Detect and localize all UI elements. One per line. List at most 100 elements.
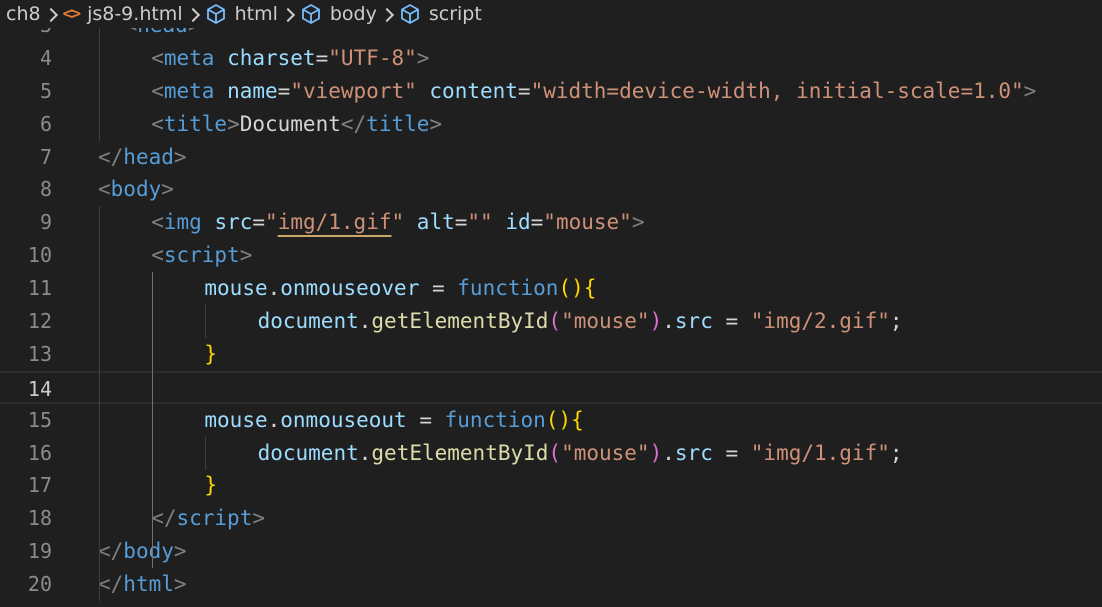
code-text: } (204, 338, 217, 371)
code-line[interactable]: 5 <meta name="viewport" content="width=de… (0, 75, 1102, 108)
code-line[interactable]: 12 document.getElementById("mouse").src =… (0, 305, 1102, 338)
indent-guide (205, 305, 207, 338)
code-line[interactable]: 4 <meta charset="UTF-8"> (0, 42, 1102, 75)
line-number: 19 (27, 539, 52, 564)
code-line[interactable]: 11 mouse.onmouseover = function(){ (0, 272, 1102, 305)
breadcrumb-symbol-script[interactable]: script (399, 3, 482, 25)
breadcrumb-symbol-html[interactable]: html (205, 3, 278, 25)
breadcrumb-folder-label: ch8 (6, 3, 41, 25)
chevron-right-icon (183, 4, 205, 24)
code-token: ; (889, 440, 903, 465)
symbol-cube-icon (206, 4, 225, 24)
code-token: head (137, 28, 188, 37)
code-token: . (358, 309, 372, 334)
code-token: < (151, 45, 164, 70)
line-number: 18 (27, 506, 52, 531)
code-line[interactable]: 19 </body> (0, 535, 1102, 568)
code-token: mouse (204, 276, 268, 301)
code-token: meta (163, 45, 215, 70)
breadcrumb-symbol-body[interactable]: body (300, 3, 377, 25)
code-token: charset (227, 45, 316, 70)
code-token: } (204, 341, 218, 366)
line-number: 5 (39, 78, 52, 103)
code-token: </ (98, 539, 124, 564)
code-token: < (125, 28, 138, 37)
code-token: . (267, 276, 281, 301)
line-number: 16 (27, 440, 52, 465)
code-token: html (123, 572, 174, 597)
code-token: = (419, 276, 458, 301)
line-number: 14 (27, 376, 52, 401)
code-line[interactable]: 8 <body> (0, 173, 1102, 206)
code-token: "viewport" (290, 78, 417, 103)
code-text: mouse.onmouseout = function(){ (204, 404, 583, 437)
code-token: onmouseover (280, 276, 420, 301)
indent-guide (205, 436, 207, 470)
code-line[interactable]: 18 </script> (0, 502, 1102, 535)
code-token: = (315, 45, 329, 70)
line-number: 9 (39, 210, 52, 235)
code-token: "mouse" (561, 309, 650, 334)
code-token: "" (467, 210, 493, 235)
symbol-cube-icon (301, 4, 320, 24)
code-editor[interactable]: 3<head>4<meta charset="UTF-8">5<meta nam… (0, 28, 1102, 607)
code-line[interactable]: 13} (0, 338, 1102, 371)
code-token: > (416, 45, 430, 70)
code-token: () (545, 407, 572, 432)
code-token: { (571, 407, 584, 432)
code-token: < (98, 177, 111, 202)
code-text: <script> (151, 239, 252, 272)
code-line[interactable]: 6 <title>Document</title> (0, 108, 1102, 141)
code-text: <meta name="viewport" content="width=dev… (151, 75, 1036, 108)
code-token: ( (548, 440, 562, 465)
code-line[interactable]: 20 </html> (0, 568, 1102, 601)
code-token: > (252, 506, 265, 531)
code-token: < (151, 243, 164, 268)
code-token: getElementById (371, 440, 549, 465)
code-token: document (257, 440, 359, 465)
code-token: = (712, 309, 751, 334)
breadcrumb-file-label: js8-9.html (87, 3, 183, 25)
code-token: . (662, 440, 675, 465)
code-token: mouse (204, 407, 268, 432)
line-number: 12 (27, 309, 52, 334)
code-token: > (429, 111, 443, 136)
code-token: </ (340, 111, 367, 136)
breadcrumb-folder[interactable]: ch8 (0, 3, 41, 25)
code-token: src (674, 440, 713, 465)
code-token: name (227, 78, 278, 103)
code-token: </ (98, 144, 124, 169)
code-token: > (173, 144, 187, 169)
code-text: </body> (98, 535, 187, 568)
code-token: "mouse" (561, 440, 650, 465)
code-line[interactable]: 3 <head> (0, 28, 1102, 42)
code-token: "img/2.gif" (750, 309, 890, 334)
code-text: document.getElementById("mouse").src = "… (258, 437, 903, 470)
code-token: title (163, 111, 228, 136)
code-line[interactable]: 9 <img src="img/1.gif" alt="" id="mouse"> (0, 206, 1102, 239)
code-token: } (204, 473, 218, 498)
code-token: img/1.gif (277, 210, 392, 235)
breadcrumb-file[interactable]: <> js8-9.html (63, 3, 183, 25)
line-number: 6 (39, 111, 52, 136)
code-token: "mouse" (543, 210, 632, 235)
code-token: "width=device-width, initial-scale=1.0" (530, 78, 1024, 103)
code-token: document (257, 309, 359, 334)
code-token: = (530, 210, 544, 235)
code-text: </head> (98, 141, 187, 174)
code-token: " (265, 210, 278, 235)
code-token: getElementById (371, 309, 549, 334)
code-line[interactable]: 7 </head> (0, 141, 1102, 174)
code-line[interactable]: 14 (0, 370, 1102, 404)
line-number: 8 (39, 177, 52, 202)
code-line[interactable]: 10 <script> (0, 239, 1102, 272)
code-token: ) (649, 440, 663, 465)
code-line[interactable]: 17} (0, 469, 1102, 502)
code-token: > (161, 177, 174, 202)
code-line[interactable]: 15 mouse.onmouseout = function(){ (0, 404, 1102, 437)
code-line[interactable]: 16 document.getElementById("mouse").src =… (0, 437, 1102, 470)
code-token: alt (416, 210, 455, 235)
code-token: content (429, 78, 518, 103)
code-token: > (1023, 78, 1037, 103)
